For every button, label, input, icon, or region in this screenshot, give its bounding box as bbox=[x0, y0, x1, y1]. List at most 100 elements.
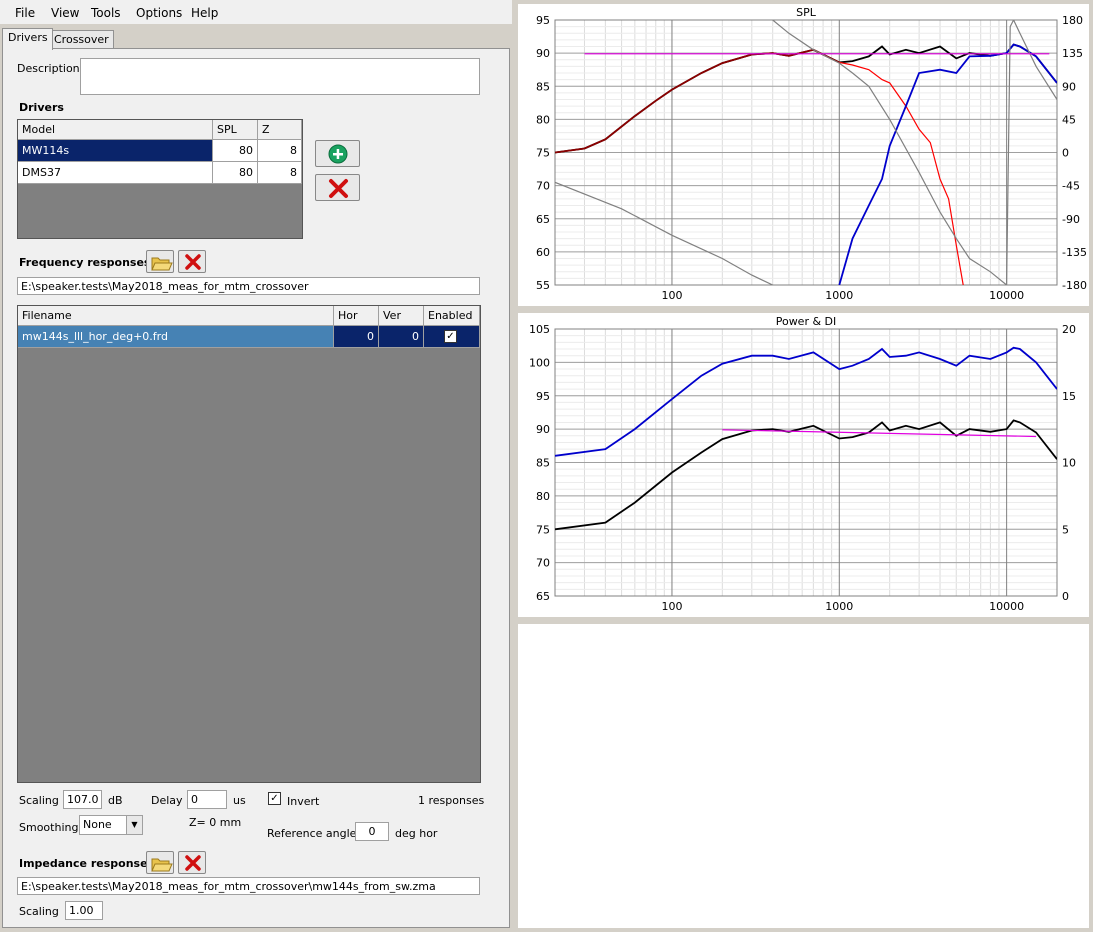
y-tick-label: 80 bbox=[536, 113, 550, 126]
y-tick-label: 95 bbox=[536, 390, 550, 403]
responses-count: 1 responses bbox=[418, 794, 485, 807]
impedance-heading: Impedance response bbox=[19, 857, 148, 870]
series-line bbox=[555, 43, 1057, 154]
reference-angle-label: Reference angle bbox=[267, 827, 357, 840]
menu-help[interactable]: Help bbox=[191, 6, 218, 20]
delete-x-icon bbox=[329, 179, 348, 198]
menu-bar: File View Tools Options Help bbox=[0, 0, 512, 24]
enabled-checkbox[interactable]: ✓ bbox=[444, 330, 457, 343]
col-ver[interactable]: Ver bbox=[379, 306, 424, 326]
y-tick-label: 90 bbox=[536, 423, 550, 436]
y-tick-label: 90 bbox=[536, 47, 550, 60]
reference-angle-input[interactable]: 0 bbox=[355, 822, 389, 841]
y-tick-label: 70 bbox=[536, 180, 550, 193]
y-tick-label: 85 bbox=[536, 457, 550, 470]
drivers-grid: Model SPL Z MW114s 80 8 DMS37 80 8 bbox=[17, 119, 303, 239]
power-di-chart: Power & DI 65 70 75 80 85 90 95 100 105 0 5 10 15 20 10… bbox=[529, 315, 1076, 613]
y-tick-label: 65 bbox=[536, 590, 550, 603]
menu-view[interactable]: View bbox=[51, 6, 79, 20]
series-line bbox=[555, 346, 1057, 457]
menu-tools[interactable]: Tools bbox=[91, 6, 121, 20]
chevron-down-icon[interactable]: ▼ bbox=[126, 816, 142, 834]
series-line bbox=[555, 419, 1057, 531]
spl-chart: SPL 55 60 65 70 75 80 85 90 95 -180 -135 -90 -45 0 45 90… bbox=[536, 6, 1087, 302]
delay-label: Delay bbox=[151, 794, 183, 807]
invert-label: Invert bbox=[287, 795, 320, 808]
add-driver-button[interactable] bbox=[315, 140, 360, 167]
driver-row-spl[interactable]: 80 bbox=[213, 162, 258, 184]
y-tick-label: 65 bbox=[536, 213, 550, 226]
y2-tick-label: 135 bbox=[1062, 47, 1083, 60]
y2-tick-label: 15 bbox=[1062, 390, 1076, 403]
y-tick-label: 80 bbox=[536, 490, 550, 503]
y2-tick-label: 45 bbox=[1062, 113, 1076, 126]
x-tick-label: 10000 bbox=[989, 600, 1024, 613]
y2-tick-label: 0 bbox=[1062, 590, 1069, 603]
driver-row-model[interactable]: DMS37 bbox=[18, 162, 213, 184]
x-tick-label: 100 bbox=[661, 600, 682, 613]
col-enabled[interactable]: Enabled bbox=[424, 306, 480, 326]
impedance-scaling-input[interactable]: 1.00 bbox=[65, 901, 103, 920]
col-hor[interactable]: Hor bbox=[334, 306, 379, 326]
drivers-heading: Drivers bbox=[19, 101, 64, 114]
driver-row-model[interactable]: MW114s bbox=[18, 140, 213, 162]
y2-tick-label: 5 bbox=[1062, 523, 1069, 536]
driver-row-z[interactable]: 8 bbox=[258, 140, 302, 162]
invert-checkbox[interactable]: ✓ bbox=[268, 792, 281, 805]
x-tick-label: 1000 bbox=[825, 289, 853, 302]
freq-responses-grid: Filename Hor Ver Enabled mw144s_lll_hor_… bbox=[17, 305, 481, 783]
col-spl[interactable]: SPL bbox=[213, 120, 258, 140]
freq-row-ver[interactable]: 0 bbox=[379, 326, 424, 348]
folder-open-icon bbox=[151, 858, 173, 872]
series-line bbox=[838, 43, 1057, 285]
freq-responses-heading: Frequency responses bbox=[19, 256, 151, 269]
driver-row-z[interactable]: 8 bbox=[258, 162, 302, 184]
tab-crossover[interactable]: Crossover bbox=[48, 30, 114, 49]
impedance-scaling-label: Scaling bbox=[19, 905, 59, 918]
description-label: Description bbox=[17, 62, 80, 75]
y2-tick-label: 0 bbox=[1062, 147, 1069, 160]
col-filename[interactable]: Filename bbox=[18, 306, 334, 326]
impedance-path-input[interactable]: E:\speaker.tests\May2018_meas_for_mtm_cr… bbox=[17, 877, 480, 895]
smoothing-label: Smoothing bbox=[19, 821, 79, 834]
col-model[interactable]: Model bbox=[18, 120, 213, 140]
y-tick-label: 95 bbox=[536, 14, 550, 27]
scaling-input[interactable]: 107.0 bbox=[63, 790, 102, 809]
remove-driver-button[interactable] bbox=[315, 174, 360, 201]
y2-tick-label: -135 bbox=[1062, 246, 1087, 259]
col-z[interactable]: Z bbox=[258, 120, 302, 140]
scaling-label: Scaling bbox=[19, 794, 59, 807]
smoothing-select[interactable]: None ▼ bbox=[79, 815, 143, 835]
delay-input[interactable]: 0 bbox=[187, 790, 227, 809]
series-line bbox=[555, 48, 840, 154]
open-impedance-button[interactable] bbox=[146, 851, 174, 874]
x-tick-label: 100 bbox=[661, 289, 682, 302]
reference-angle-unit: deg hor bbox=[395, 827, 438, 840]
freq-row-hor[interactable]: 0 bbox=[334, 326, 379, 348]
open-freq-button[interactable] bbox=[146, 250, 174, 273]
freq-path-input[interactable]: E:\speaker.tests\May2018_meas_for_mtm_cr… bbox=[17, 277, 480, 295]
y-tick-label: 85 bbox=[536, 80, 550, 93]
menu-options[interactable]: Options bbox=[136, 6, 182, 20]
description-input[interactable] bbox=[80, 58, 480, 95]
y2-tick-label: 10 bbox=[1062, 457, 1076, 470]
delete-x-icon bbox=[185, 254, 201, 270]
freq-row-filename[interactable]: mw144s_lll_hor_deg+0.frd bbox=[18, 326, 334, 348]
tab-drivers[interactable]: Drivers bbox=[2, 28, 53, 50]
y2-tick-label: -180 bbox=[1062, 279, 1087, 292]
power-di-chart-box: Power & DI 65 70 75 80 85 90 95 100 105 0 5 10 15 20 10… bbox=[518, 313, 1089, 617]
z-offset-label: Z= 0 mm bbox=[189, 816, 242, 829]
remove-freq-button[interactable] bbox=[178, 250, 206, 273]
remove-impedance-button[interactable] bbox=[178, 851, 206, 874]
y-tick-label: 75 bbox=[536, 147, 550, 160]
freq-row-enabled-cell: ✓ bbox=[424, 326, 480, 348]
spl-chart-box: SPL 55 60 65 70 75 80 85 90 95 -180 -135 -90 -45 0 45 90… bbox=[518, 4, 1089, 306]
y-tick-label: 70 bbox=[536, 557, 550, 570]
charts-area: SPL 55 60 65 70 75 80 85 90 95 -180 -135 -90 -45 0 45 90… bbox=[512, 0, 1093, 932]
menu-file[interactable]: File bbox=[15, 6, 35, 20]
drivers-panel: Description Drivers Model SPL Z MW114s 8… bbox=[2, 48, 510, 928]
driver-row-spl[interactable]: 80 bbox=[213, 140, 258, 162]
chart-title: Power & DI bbox=[776, 315, 837, 328]
y2-tick-label: 20 bbox=[1062, 323, 1076, 336]
delay-unit: us bbox=[233, 794, 246, 807]
